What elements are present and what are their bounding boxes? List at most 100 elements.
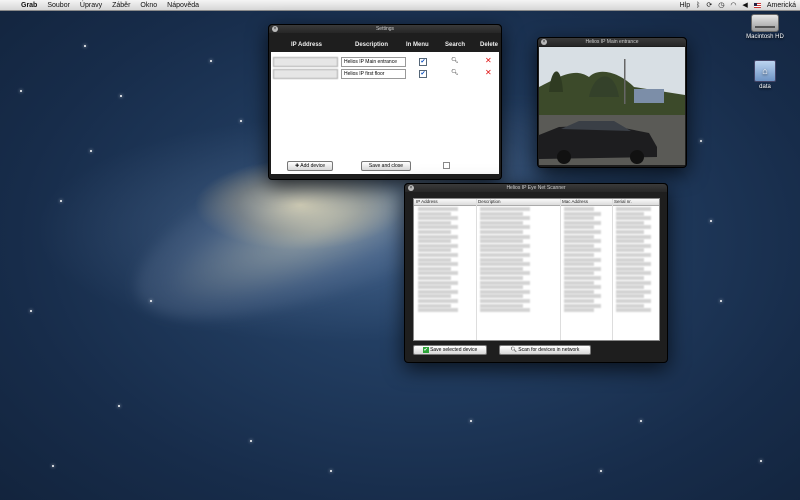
column-mac-address[interactable]: Mac Address xyxy=(562,199,588,205)
redacted-cell xyxy=(616,294,644,299)
search-icon[interactable]: 🔍︎ xyxy=(451,57,459,64)
window-title: Settings xyxy=(375,26,395,32)
scanner-device-table[interactable]: IP Address Description Mac Address Seria… xyxy=(413,198,660,341)
ip-address-field[interactable] xyxy=(273,69,338,79)
redacted-cell xyxy=(480,211,523,216)
delete-icon[interactable]: ✕ xyxy=(485,56,492,65)
redacted-cell xyxy=(564,243,594,248)
hard-drive-icon xyxy=(751,14,779,32)
run-at-startup-option[interactable]: Run at StartUp xyxy=(443,162,485,169)
bluetooth-icon[interactable]: ᛒ xyxy=(696,2,700,9)
redacted-cell xyxy=(616,257,644,262)
redacted-cell xyxy=(616,234,651,239)
redacted-cell xyxy=(616,220,644,225)
menu-item-zaber[interactable]: Záběr xyxy=(107,2,135,9)
column-description[interactable]: Description xyxy=(478,199,501,205)
close-icon[interactable]: × xyxy=(272,26,278,32)
redacted-cell xyxy=(418,303,451,308)
redacted-cell xyxy=(418,253,458,257)
add-device-button[interactable]: ✚ Add device xyxy=(287,161,333,171)
redacted-cell xyxy=(564,308,594,313)
save-selected-device-button[interactable]: ✔ Save selected device xyxy=(413,345,487,355)
redacted-cell xyxy=(418,234,458,239)
redacted-cell xyxy=(418,266,451,271)
redacted-cell xyxy=(616,207,651,211)
input-source-flag-icon[interactable] xyxy=(753,2,761,8)
redacted-cell xyxy=(480,253,530,257)
star xyxy=(30,310,32,312)
scanner-table-header: IP Address Description Mac Address Seria… xyxy=(414,199,659,206)
redacted-cell xyxy=(564,303,601,308)
status-help-label[interactable]: Hlp xyxy=(680,2,691,9)
redacted-cell xyxy=(616,248,644,253)
redacted-cell xyxy=(418,248,451,253)
redacted-cell xyxy=(480,248,523,253)
description-field[interactable]: Helios IP Main entrance xyxy=(341,57,406,67)
redacted-cell xyxy=(480,239,523,244)
search-icon[interactable]: 🔍︎ xyxy=(451,69,459,76)
redacted-cell xyxy=(616,271,651,276)
column-serial[interactable]: Serial nr. xyxy=(614,199,632,205)
device-row: Helios IP first floor ✔ 🔍︎ ✕ xyxy=(271,68,499,79)
star xyxy=(118,405,120,407)
camera-window: × Helios IP Main entrance xyxy=(537,37,687,168)
delete-icon[interactable]: ✕ xyxy=(485,68,492,77)
menu-item-grab[interactable]: Grab xyxy=(16,2,42,9)
save-selected-label: Save selected device xyxy=(430,347,478,353)
redacted-cell xyxy=(616,285,644,290)
window-title: Helios IP Eye Net Scanner xyxy=(506,185,566,191)
redacted-cell xyxy=(480,207,530,211)
redacted-cell xyxy=(418,280,458,285)
menu-item-okno[interactable]: Okno xyxy=(135,2,162,9)
camera-titlebar[interactable]: × Helios IP Main entrance xyxy=(538,38,686,46)
desktop-icon-data[interactable]: ⌂ data xyxy=(740,60,790,90)
menu-item-soubor[interactable]: Soubor xyxy=(42,2,75,9)
close-icon[interactable]: × xyxy=(541,39,547,45)
redacted-cell xyxy=(564,299,594,303)
column-ip-address[interactable]: IP Address xyxy=(416,199,438,205)
in-menu-checkbox[interactable]: ✔ xyxy=(419,58,427,66)
redacted-cell xyxy=(418,262,458,267)
star xyxy=(700,140,702,142)
menu-item-upravy[interactable]: Úpravy xyxy=(75,2,107,9)
in-menu-checkbox[interactable]: ✔ xyxy=(419,70,427,78)
redacted-cell xyxy=(480,303,523,308)
settings-window: × Settings IP Address Description In Men… xyxy=(268,24,502,180)
description-field[interactable]: Helios IP first floor xyxy=(341,69,406,79)
star xyxy=(210,60,212,62)
run-at-startup-checkbox[interactable] xyxy=(443,162,450,169)
window-title: Helios IP Main entrance xyxy=(585,39,639,45)
redacted-cell xyxy=(564,266,601,271)
desktop-icon-label: data xyxy=(759,84,771,90)
settings-titlebar[interactable]: × Settings xyxy=(269,25,501,33)
desktop-icon-macintosh-hd[interactable]: Macintosh HD xyxy=(740,14,790,40)
redacted-cell xyxy=(480,262,530,267)
redacted-cell xyxy=(480,299,530,303)
redacted-cell xyxy=(418,207,458,211)
input-source-label[interactable]: Americká xyxy=(767,2,796,9)
green-check-icon: ✔ xyxy=(422,346,429,353)
menu-item-napoveda[interactable]: Nápověda xyxy=(162,2,204,9)
redacted-cell xyxy=(480,216,530,221)
redacted-cell xyxy=(418,230,451,234)
redacted-cell xyxy=(564,280,594,285)
scanner-row[interactable] xyxy=(414,308,659,313)
sync-icon[interactable]: ⟳ xyxy=(706,1,712,9)
time-machine-icon[interactable]: ◷ xyxy=(718,1,724,9)
scanner-titlebar[interactable]: × Helios IP Eye Net Scanner xyxy=(405,184,667,192)
redacted-cell xyxy=(564,225,594,230)
ip-address-field[interactable] xyxy=(273,57,338,67)
volume-icon[interactable]: ◀ xyxy=(742,1,747,9)
redacted-cell xyxy=(418,220,451,225)
save-and-close-button[interactable]: Save and close xyxy=(361,161,411,171)
wifi-icon[interactable]: ◠ xyxy=(730,1,736,9)
search-icon: 🔍︎ xyxy=(510,347,517,353)
redacted-cell xyxy=(480,225,530,230)
redacted-cell xyxy=(564,211,601,216)
redacted-cell xyxy=(480,276,523,280)
scan-network-button[interactable]: 🔍︎ Scan for devices in network xyxy=(499,345,591,355)
redacted-cell xyxy=(564,285,601,290)
close-icon[interactable]: × xyxy=(408,185,414,191)
star xyxy=(470,420,472,422)
redacted-cell xyxy=(418,276,451,280)
